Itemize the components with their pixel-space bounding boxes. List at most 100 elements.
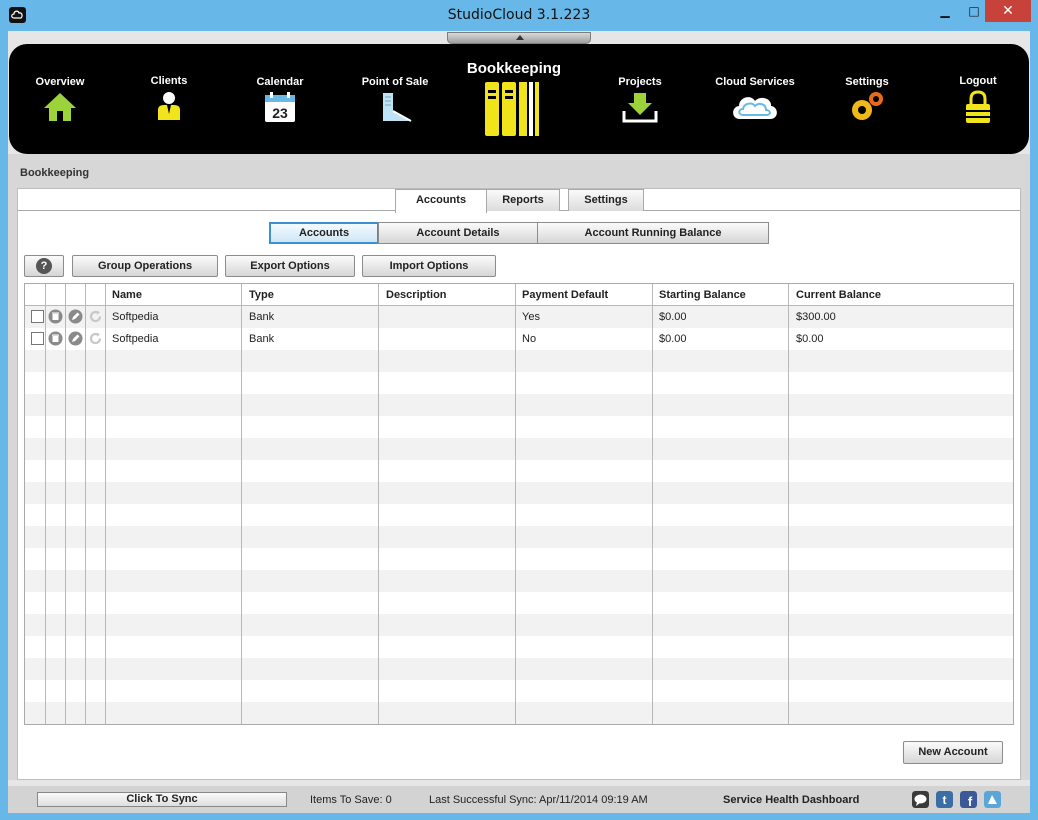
column-divider bbox=[788, 284, 789, 724]
column-divider bbox=[515, 284, 516, 724]
column-divider bbox=[105, 284, 106, 724]
nav-projects[interactable]: Projects bbox=[605, 76, 675, 123]
column-divider bbox=[65, 284, 66, 724]
maximize-button[interactable]: □ bbox=[960, 0, 988, 22]
row-select-checkbox[interactable] bbox=[31, 310, 44, 323]
cloud-icon bbox=[733, 97, 777, 119]
column-divider bbox=[652, 284, 653, 724]
table-row-background bbox=[25, 658, 1013, 680]
sync-button[interactable]: Click To Sync bbox=[37, 792, 287, 807]
group-operations-button[interactable]: Group Operations bbox=[72, 255, 218, 277]
section-title: Bookkeeping bbox=[20, 167, 90, 179]
twitter-icon[interactable]: t bbox=[936, 791, 953, 808]
window-title: StudioCloud 3.1.223 bbox=[447, 7, 591, 23]
trash-icon[interactable] bbox=[48, 309, 63, 324]
subtab-account-running-balance[interactable]: Account Running Balance bbox=[537, 222, 769, 244]
edit-pencil-icon[interactable] bbox=[68, 309, 83, 324]
table-row-background bbox=[25, 570, 1013, 592]
subtab-account-details[interactable]: Account Details bbox=[378, 222, 538, 244]
nav-clients[interactable]: Clients bbox=[134, 75, 204, 122]
app-client-area: Overview Clients Calendar 23 Point of Sa… bbox=[8, 31, 1030, 813]
column-divider bbox=[378, 284, 379, 724]
calendar-day: 23 bbox=[272, 105, 288, 121]
service-health-link[interactable]: Service Health Dashboard bbox=[723, 794, 859, 806]
cell-payment-default: Yes bbox=[522, 311, 540, 323]
nav-label: Calendar bbox=[256, 76, 304, 88]
help-icon: ? bbox=[36, 258, 52, 274]
export-options-button[interactable]: Export Options bbox=[225, 255, 355, 277]
cell-type: Bank bbox=[249, 311, 275, 323]
items-to-save-status: Items To Save: 0 bbox=[310, 794, 392, 806]
bookkeeping-panel: Accounts Reports Settings Accounts Accou… bbox=[17, 188, 1021, 780]
table-row-background bbox=[25, 724, 1014, 725]
chat-icon[interactable] bbox=[912, 791, 929, 808]
person-icon bbox=[158, 92, 180, 120]
cell-current-balance: $0.00 bbox=[796, 333, 824, 345]
table-row-background bbox=[25, 394, 1013, 416]
main-nav: Overview Clients Calendar 23 Point of Sa… bbox=[9, 44, 1029, 154]
nav-label: Overview bbox=[35, 76, 85, 88]
nav-label: Projects bbox=[618, 76, 662, 88]
column-header-starting-balance[interactable]: Starting Balance bbox=[659, 289, 746, 301]
table-row-background bbox=[25, 680, 1013, 702]
column-header-payment-default[interactable]: Payment Default bbox=[522, 289, 608, 301]
minimize-button[interactable]: ▁ bbox=[931, 0, 959, 22]
tab-accounts[interactable]: Accounts bbox=[395, 189, 487, 213]
collapse-nav-handle[interactable] bbox=[447, 32, 591, 44]
table-row-background bbox=[25, 614, 1013, 636]
house-icon bbox=[44, 93, 76, 121]
table-row-background bbox=[25, 548, 1013, 570]
column-header-current-balance[interactable]: Current Balance bbox=[796, 289, 881, 301]
nav-label: Point of Sale bbox=[361, 76, 429, 88]
nav-point-of-sale[interactable]: Point of Sale bbox=[350, 76, 440, 123]
cell-current-balance: $300.00 bbox=[796, 311, 836, 323]
table-row-background bbox=[25, 592, 1013, 614]
table-row-background bbox=[25, 372, 1013, 394]
table-row[interactable]: Softpedia Bank No $0.00 $0.00 bbox=[25, 328, 1013, 350]
column-header-name[interactable]: Name bbox=[112, 289, 142, 301]
share-icon[interactable] bbox=[984, 791, 1001, 808]
nav-label: Clients bbox=[150, 75, 188, 87]
column-header-description[interactable]: Description bbox=[386, 289, 447, 301]
receipt-icon bbox=[383, 93, 412, 122]
facebook-icon[interactable]: f bbox=[960, 791, 977, 808]
nav-label: Bookkeeping bbox=[466, 60, 562, 77]
nav-settings[interactable]: Settings bbox=[832, 76, 902, 123]
trash-icon[interactable] bbox=[48, 331, 63, 346]
table-row-background bbox=[25, 636, 1013, 658]
refresh-icon[interactable] bbox=[88, 331, 103, 346]
subtab-accounts[interactable]: Accounts bbox=[269, 222, 379, 244]
row-select-checkbox[interactable] bbox=[31, 332, 44, 345]
table-row-background bbox=[25, 526, 1013, 548]
help-button[interactable]: ? bbox=[24, 255, 64, 277]
refresh-icon[interactable] bbox=[88, 309, 103, 324]
nav-bookkeeping[interactable]: Bookkeeping bbox=[457, 60, 571, 138]
svg-text:f: f bbox=[968, 794, 973, 808]
cell-payment-default: No bbox=[522, 333, 537, 345]
column-divider bbox=[241, 284, 242, 724]
title-bar: StudioCloud 3.1.223 ▁ □ ✕ bbox=[0, 0, 1038, 31]
column-divider bbox=[45, 284, 46, 724]
nav-label: Logout bbox=[959, 75, 997, 87]
table-row-background bbox=[25, 416, 1013, 438]
padlock-icon bbox=[966, 90, 990, 123]
tab-settings[interactable]: Settings bbox=[568, 189, 644, 211]
nav-overview[interactable]: Overview bbox=[25, 76, 95, 123]
download-tray-icon bbox=[622, 93, 658, 123]
edit-pencil-icon[interactable] bbox=[68, 331, 83, 346]
table-row[interactable]: Softpedia Bank Yes $0.00 $300.00 bbox=[25, 306, 1013, 328]
nav-label: Cloud Services bbox=[715, 76, 795, 88]
nav-cloud-services[interactable]: Cloud Services bbox=[709, 76, 801, 123]
nav-calendar[interactable]: Calendar 23 bbox=[245, 76, 315, 123]
column-header-type[interactable]: Type bbox=[249, 289, 274, 301]
import-options-button[interactable]: Import Options bbox=[362, 255, 496, 277]
cell-starting-balance: $0.00 bbox=[659, 333, 687, 345]
nav-logout[interactable]: Logout bbox=[943, 75, 1013, 124]
tab-reports[interactable]: Reports bbox=[486, 189, 560, 211]
table-row-background bbox=[25, 702, 1013, 724]
close-button[interactable]: ✕ bbox=[985, 0, 1031, 22]
table-row-background bbox=[25, 482, 1013, 504]
last-sync-status: Last Successful Sync: Apr/11/2014 09:19 … bbox=[429, 794, 648, 806]
table-row-background bbox=[25, 438, 1013, 460]
new-account-button[interactable]: New Account bbox=[903, 741, 1003, 764]
